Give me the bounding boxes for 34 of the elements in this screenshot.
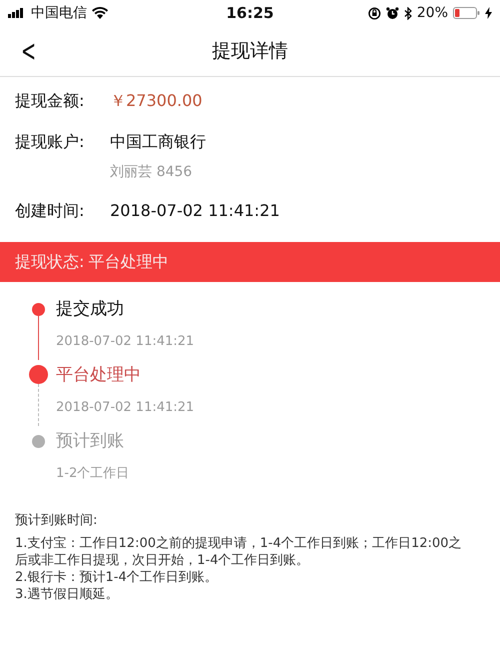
note-text: 3.遇节假日顺延。: [15, 586, 120, 603]
bluetooth-icon: [404, 6, 412, 20]
signal-icon: [8, 8, 26, 18]
notes-heading: 预计到账时间:: [15, 512, 98, 529]
carrier-name: 中国电信: [31, 4, 87, 22]
charging-bolt-icon: [485, 7, 492, 19]
step-title: 平台处理中: [56, 364, 142, 387]
note-text: 1.支付宝：工作日12:00之前的提现申请，1-4个工作日到账；工作日12:00之后或非工作日提现，次日开始，1-4个工作日到账。: [15, 535, 463, 569]
step-time: 1-2个工作日: [56, 465, 130, 483]
note-text: 2.银行卡：预计1-4个工作日到账。: [15, 569, 219, 586]
status-value: 平台处理中: [88, 252, 168, 272]
field-value: 2018-07-02 11:41:21: [110, 201, 280, 220]
field-label: 创建时间:: [15, 201, 86, 222]
wifi-icon: [92, 7, 108, 19]
field-label: 提现账户:: [15, 132, 86, 153]
rotation-lock-icon: [368, 6, 381, 20]
battery-icon: [453, 7, 480, 19]
alarm-clock-icon: [386, 6, 399, 20]
timeline-dot: [32, 435, 44, 448]
step-time: 2018-07-02 11:41:21: [56, 333, 194, 351]
account-holder: 刘丽芸 8456: [110, 163, 194, 181]
timeline-dot: [28, 365, 48, 384]
step-time: 2018-07-02 11:41:21: [56, 399, 194, 417]
page-title: 提现详情: [212, 39, 288, 64]
step-title: 预计到账: [56, 430, 125, 453]
field-value: 中国工商银行: [110, 132, 206, 153]
status-label: 提现状态:: [15, 252, 84, 272]
battery-percent: 20%: [416, 5, 448, 21]
step-title: 提交成功: [56, 298, 125, 321]
clock-time: 16:25: [226, 4, 274, 22]
timeline-dot: [32, 303, 44, 316]
back-button[interactable]: <: [10, 34, 48, 70]
amount-value: ￥27300.00: [110, 91, 202, 112]
field-label: 提现金额:: [15, 91, 86, 112]
